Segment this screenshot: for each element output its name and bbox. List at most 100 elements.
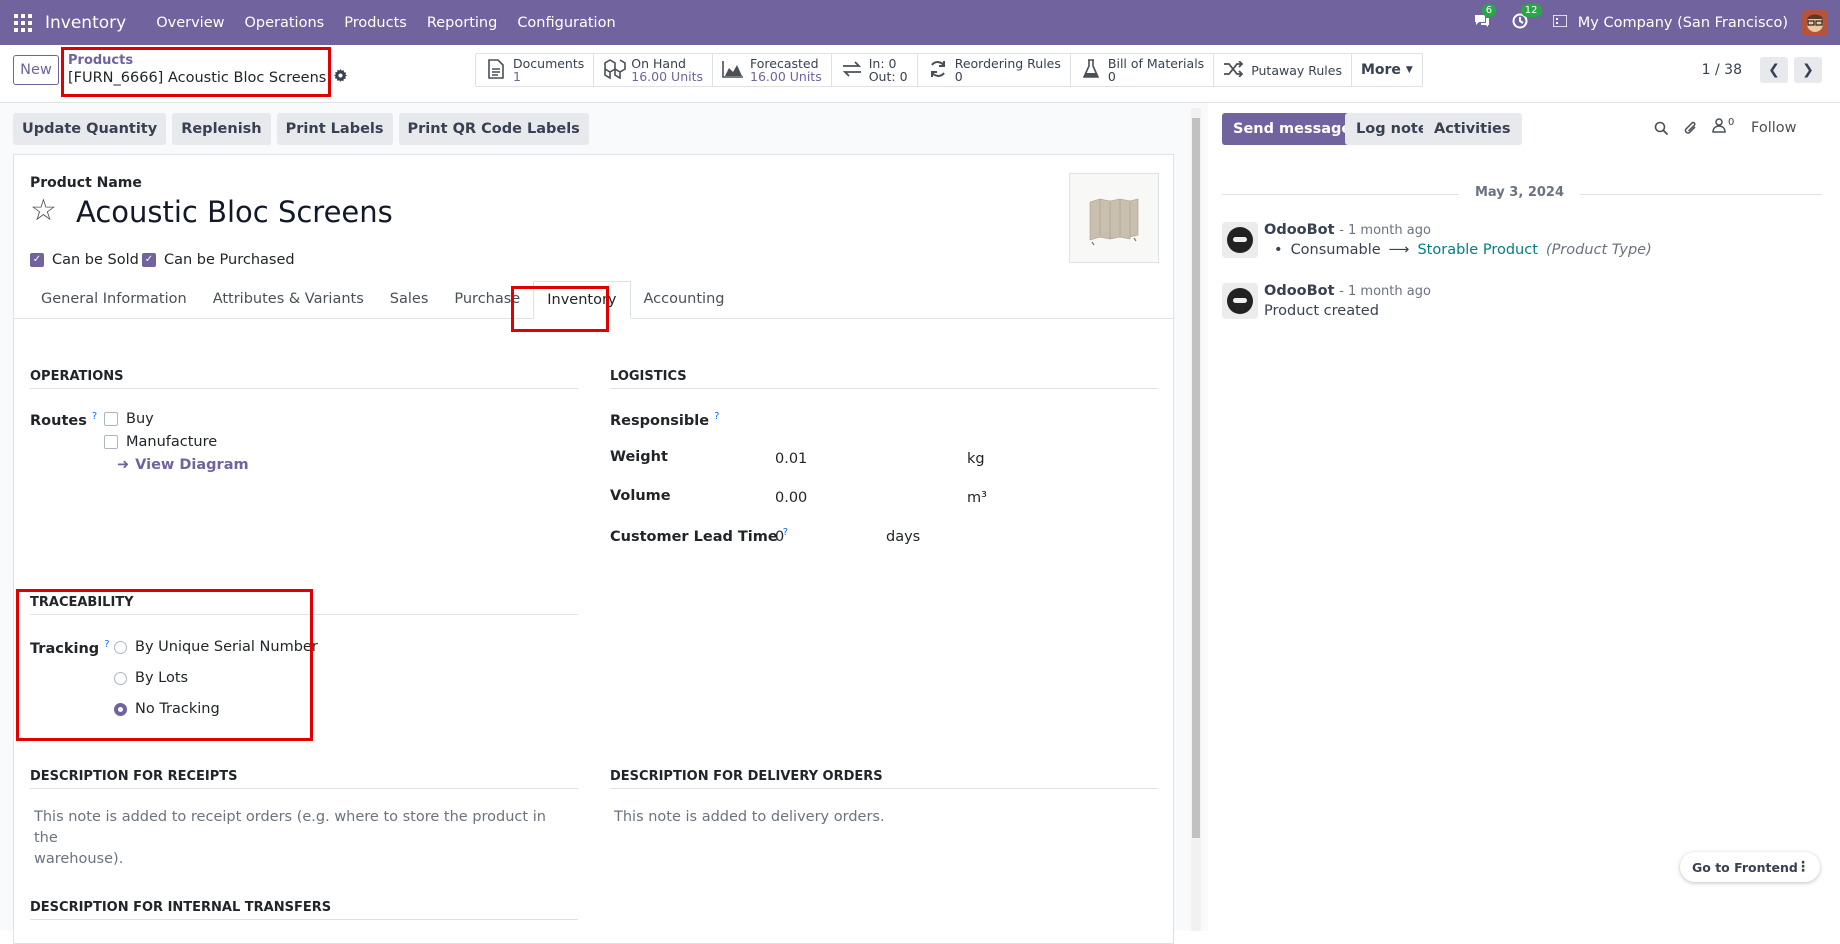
smart-buttons: Documents 1 On Hand 16.00 Units Forecasted… xyxy=(475,53,1423,87)
refresh-icon xyxy=(927,60,949,80)
activity-badge: 12 xyxy=(1520,3,1542,17)
arrow-right-icon: ➜ xyxy=(117,457,130,473)
tracking-field-name: (Product Type) xyxy=(1545,242,1652,258)
documents-smart-button[interactable]: Documents 1 xyxy=(476,54,595,86)
menu-operations[interactable]: Operations xyxy=(244,15,324,31)
on-hand-smart-button[interactable]: On Hand 16.00 Units xyxy=(594,54,713,86)
pager: 1 / 38 ❮ ❯ xyxy=(1702,57,1822,83)
activities-button[interactable]: Activities xyxy=(1423,113,1522,145)
form-scrollbar[interactable] xyxy=(1191,108,1201,931)
replenish-button[interactable]: Replenish xyxy=(172,113,271,145)
message-author[interactable]: OdooBot xyxy=(1264,283,1335,299)
desc-receipts-field[interactable]: This note is added to receipt orders (e.… xyxy=(34,807,574,870)
apps-menu-icon[interactable] xyxy=(14,13,32,32)
user-avatar[interactable] xyxy=(1802,9,1828,36)
highlight-inventory-tab xyxy=(511,286,609,332)
messaging-icon[interactable]: 6 xyxy=(1473,3,1497,33)
top-navbar: Inventory Overview Operations Products R… xyxy=(0,0,1840,45)
messaging-badge: 6 xyxy=(1481,3,1497,17)
follow-button[interactable]: Follow xyxy=(1751,120,1796,136)
weight-label: Weight xyxy=(610,449,668,465)
chevron-right-icon: ❯ xyxy=(1802,62,1814,78)
reordering-rules-smart-button[interactable]: Reordering Rules 0 xyxy=(918,54,1071,86)
kebab-menu-icon[interactable]: ⋮ xyxy=(1796,859,1810,875)
desc-receipts-title: DESCRIPTION FOR RECEIPTS xyxy=(30,769,578,789)
product-name-field[interactable]: Acoustic Bloc Screens xyxy=(76,195,393,229)
print-qr-labels-button[interactable]: Print QR Code Labels xyxy=(398,113,589,145)
menu-products[interactable]: Products xyxy=(344,15,407,31)
control-panel: New Products [FURN_6666] Acoustic Bloc S… xyxy=(0,45,1840,103)
bill-of-materials-smart-button[interactable]: Bill of Materials 0 xyxy=(1071,54,1215,86)
desc-delivery-field[interactable]: This note is added to delivery orders. xyxy=(614,807,885,828)
responsible-label: Responsible ? xyxy=(610,411,720,429)
volume-label: Volume xyxy=(610,488,671,504)
menu-reporting[interactable]: Reporting xyxy=(427,15,498,31)
document-icon xyxy=(485,59,507,81)
chatter-panel: Send message Log note Activities 0 Follo… xyxy=(1209,103,1840,931)
customer-lead-time-label: Customer Lead Time ? xyxy=(610,527,789,545)
highlight-traceability xyxy=(16,589,313,741)
tab-sales[interactable]: Sales xyxy=(377,281,442,318)
menu-overview[interactable]: Overview xyxy=(156,15,224,31)
chatter-message: OdooBot - 1 month ago • Consumable ⟶ Sto… xyxy=(1222,222,1652,258)
customer-lead-time-input[interactable]: 0 xyxy=(775,529,784,545)
send-message-button[interactable]: Send message xyxy=(1222,113,1363,145)
paperclip-icon[interactable] xyxy=(1683,120,1699,141)
lead-time-unit: days xyxy=(886,529,921,545)
view-diagram-link[interactable]: ➜ View Diagram xyxy=(117,457,249,473)
volume-input[interactable]: 0.00 xyxy=(775,490,807,506)
caret-down-icon: ▼ xyxy=(1405,64,1413,75)
tracking-new-value: Storable Product xyxy=(1417,242,1538,258)
activity-clock-icon[interactable]: 12 xyxy=(1512,3,1542,33)
check-icon: ✓ xyxy=(30,253,44,267)
form-sheet: Product Name ☆ Acoustic Bloc Screens ✓ C… xyxy=(13,154,1174,944)
company-name[interactable]: My Company (San Francisco) xyxy=(1578,15,1788,31)
message-body: Product created xyxy=(1264,303,1379,319)
logistics-section-title: LOGISTICS xyxy=(610,369,1158,389)
product-image[interactable] xyxy=(1069,173,1159,263)
favorite-star-icon[interactable]: ☆ xyxy=(30,193,57,228)
pager-value[interactable]: 1 / 38 xyxy=(1702,62,1742,78)
message-author[interactable]: OdooBot xyxy=(1264,222,1335,238)
bullet: • xyxy=(1274,242,1283,258)
print-labels-button[interactable]: Print Labels xyxy=(276,113,393,145)
route-buy-checkbox[interactable]: Buy xyxy=(104,411,154,427)
check-icon: ✓ xyxy=(142,253,156,267)
update-quantity-button[interactable]: Update Quantity xyxy=(13,113,167,145)
arrow-right-icon: ⟶ xyxy=(1388,242,1410,258)
area-chart-icon xyxy=(722,60,744,80)
message-time: - 1 month ago xyxy=(1339,284,1431,299)
followers-button[interactable]: 0 xyxy=(1712,117,1734,133)
operations-section-title: OPERATIONS xyxy=(30,369,578,389)
pager-previous-button[interactable]: ❮ xyxy=(1760,57,1788,83)
form-view: Update Quantity Replenish Print Labels P… xyxy=(0,103,1208,944)
weight-input[interactable]: 0.01 xyxy=(775,451,807,467)
forecasted-smart-button[interactable]: Forecasted 16.00 Units xyxy=(713,54,832,86)
product-name-label: Product Name xyxy=(30,175,142,191)
tab-accounting[interactable]: Accounting xyxy=(631,281,738,318)
pager-next-button[interactable]: ❯ xyxy=(1794,57,1822,83)
can-be-sold-checkbox[interactable]: ✓ Can be Sold xyxy=(30,252,139,268)
new-button[interactable]: New xyxy=(13,55,59,85)
go-to-frontend-button[interactable]: Go to Frontend ⋮ xyxy=(1680,852,1820,882)
putaway-rules-smart-button[interactable]: Putaway Rules xyxy=(1214,54,1352,86)
can-be-purchased-checkbox[interactable]: ✓ Can be Purchased xyxy=(142,252,295,268)
search-icon[interactable] xyxy=(1654,121,1669,140)
more-dropdown[interactable]: More ▼ xyxy=(1352,54,1422,86)
user-icon xyxy=(1712,118,1726,133)
tab-attributes-variants[interactable]: Attributes & Variants xyxy=(200,281,377,318)
followers-count: 0 xyxy=(1728,117,1735,128)
menu-configuration[interactable]: Configuration xyxy=(517,15,615,31)
in-out-smart-button[interactable]: In: 0 Out: 0 xyxy=(832,54,918,86)
route-manufacture-checkbox[interactable]: Manufacture xyxy=(104,434,217,450)
app-name[interactable]: Inventory xyxy=(45,13,126,33)
company-switch-icon[interactable] xyxy=(1552,13,1568,31)
random-icon xyxy=(1223,60,1245,79)
message-time: - 1 month ago xyxy=(1339,223,1431,238)
gear-icon[interactable] xyxy=(334,69,348,86)
highlight-breadcrumb xyxy=(61,47,331,97)
action-buttons: Update Quantity Replenish Print Labels P… xyxy=(13,113,589,145)
tracking-old-value: Consumable xyxy=(1290,242,1381,258)
tab-general-information[interactable]: General Information xyxy=(28,281,200,318)
exchange-icon xyxy=(841,61,863,79)
